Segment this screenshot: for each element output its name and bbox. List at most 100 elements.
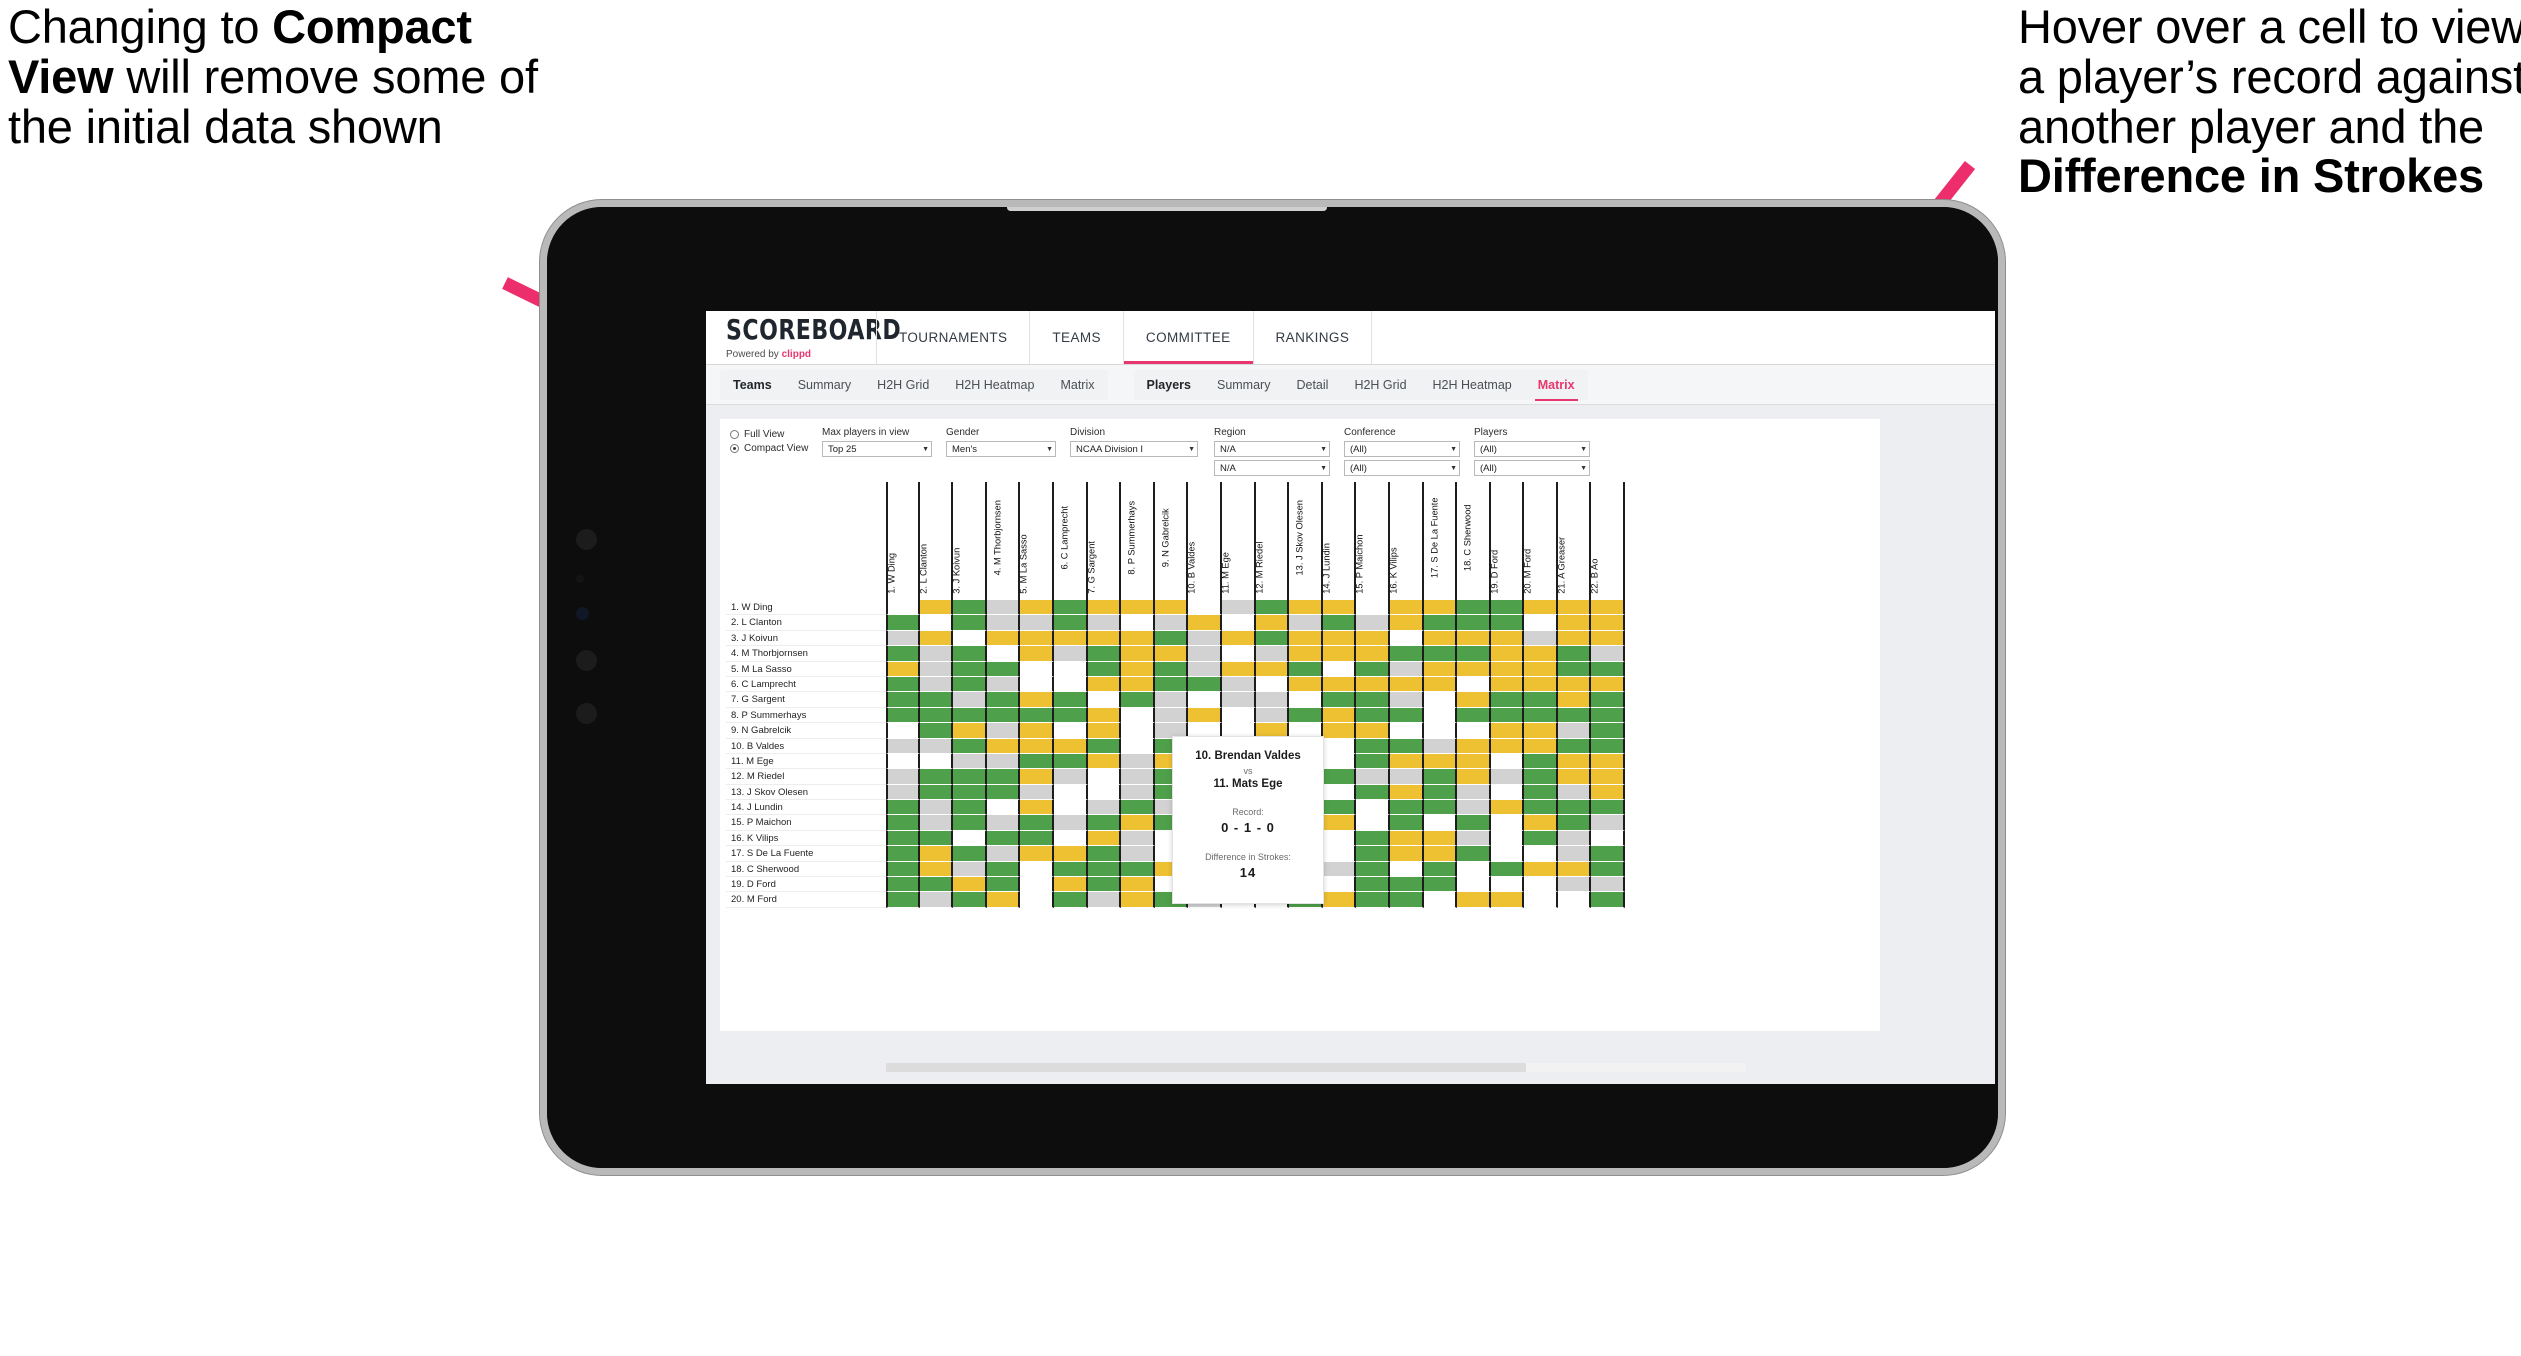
matrix-cell[interactable]: [1356, 646, 1390, 662]
matrix-cell[interactable]: [1457, 861, 1491, 878]
matrix-cell[interactable]: [1356, 753, 1390, 770]
matrix-cell[interactable]: [1121, 892, 1155, 908]
matrix-cell[interactable]: [1557, 630, 1592, 647]
nav-tournaments[interactable]: TOURNAMENTS: [876, 311, 1031, 364]
matrix-cell[interactable]: [1121, 800, 1155, 816]
matrix-cell[interactable]: [1423, 692, 1458, 708]
matrix-cell[interactable]: [1255, 600, 1290, 616]
matrix-cell[interactable]: [1423, 600, 1458, 616]
matrix-cell[interactable]: [1591, 692, 1626, 708]
matrix-cell[interactable]: [1020, 892, 1054, 908]
matrix-cell[interactable]: [1524, 815, 1558, 831]
matrix-cell[interactable]: [1389, 676, 1424, 693]
matrix-cell[interactable]: [1255, 630, 1290, 647]
matrix-cell[interactable]: [1121, 646, 1155, 662]
matrix-cell[interactable]: [919, 600, 954, 616]
matrix-cell[interactable]: [1289, 676, 1323, 693]
matrix-cell[interactable]: [1053, 846, 1088, 862]
matrix-cell[interactable]: [1322, 877, 1357, 893]
matrix-cell[interactable]: [1591, 723, 1626, 739]
matrix-cell[interactable]: [1457, 738, 1491, 754]
matrix-cell[interactable]: [1524, 877, 1558, 893]
matrix-cell[interactable]: [919, 661, 954, 677]
matrix-cell[interactable]: [1221, 676, 1256, 693]
horizontal-scrollbar[interactable]: [886, 1063, 1746, 1072]
matrix-cell[interactable]: [1121, 707, 1155, 724]
matrix-cell[interactable]: [1389, 892, 1424, 908]
matrix-cell[interactable]: [1557, 692, 1592, 708]
matrix-cell[interactable]: [1087, 830, 1122, 847]
matrix-cell[interactable]: [1322, 707, 1357, 724]
matrix-cell[interactable]: [1356, 769, 1390, 785]
matrix-cell[interactable]: [1020, 646, 1054, 662]
matrix-cell[interactable]: [1087, 676, 1122, 693]
matrix-cell[interactable]: [1356, 815, 1390, 831]
matrix-cell[interactable]: [1356, 600, 1390, 616]
matrix-cell[interactable]: [886, 692, 920, 708]
matrix-cell[interactable]: [1121, 630, 1155, 647]
matrix-cell[interactable]: [1121, 615, 1155, 631]
matrix-cell[interactable]: [1322, 600, 1357, 616]
matrix-cell[interactable]: [1087, 861, 1122, 878]
matrix-cell[interactable]: [1389, 846, 1424, 862]
matrix-cell[interactable]: [1053, 769, 1088, 785]
matrix-cell[interactable]: [1121, 830, 1155, 847]
matrix-cell[interactable]: [1457, 692, 1491, 708]
matrix-cell[interactable]: [1020, 738, 1054, 754]
matrix-cell[interactable]: [953, 861, 987, 878]
matrix-cell[interactable]: [919, 800, 954, 816]
matrix-cell[interactable]: [919, 615, 954, 631]
matrix-cell[interactable]: [919, 646, 954, 662]
matrix-cell[interactable]: [1423, 877, 1458, 893]
matrix-cell[interactable]: [1020, 830, 1054, 847]
matrix-cell[interactable]: [986, 753, 1021, 770]
matrix-cell[interactable]: [1221, 707, 1256, 724]
matrix-cell[interactable]: [1087, 723, 1122, 739]
matrix-cell[interactable]: [1322, 830, 1357, 847]
filter-region-select[interactable]: N/A ▼: [1214, 441, 1330, 457]
matrix-cell[interactable]: [1423, 615, 1458, 631]
matrix-cell[interactable]: [1457, 753, 1491, 770]
matrix-cell[interactable]: [1389, 800, 1424, 816]
matrix-cell[interactable]: [919, 769, 954, 785]
matrix-cell[interactable]: [1053, 707, 1088, 724]
matrix-cell[interactable]: [886, 707, 920, 724]
matrix-cell[interactable]: [919, 861, 954, 878]
matrix-cell[interactable]: [919, 723, 954, 739]
matrix-cell[interactable]: [1053, 600, 1088, 616]
matrix-cell[interactable]: [1423, 738, 1458, 754]
matrix-cell[interactable]: [886, 830, 920, 847]
matrix-cell[interactable]: [1524, 707, 1558, 724]
matrix-cell[interactable]: [1457, 800, 1491, 816]
matrix-cell[interactable]: [886, 815, 920, 831]
matrix-cell[interactable]: [919, 877, 954, 893]
matrix-cell[interactable]: [953, 892, 987, 908]
matrix-cell[interactable]: [1457, 707, 1491, 724]
matrix-cell[interactable]: [886, 892, 920, 908]
matrix-cell[interactable]: [1087, 615, 1122, 631]
matrix-cell[interactable]: [1457, 723, 1491, 739]
matrix-cell[interactable]: [1121, 600, 1155, 616]
matrix-cell[interactable]: [1322, 753, 1357, 770]
matrix-cell[interactable]: [1591, 630, 1626, 647]
matrix-cell[interactable]: [1591, 861, 1626, 878]
matrix-cell[interactable]: [919, 707, 954, 724]
matrix-cell[interactable]: [1154, 600, 1189, 616]
matrix-cell[interactable]: [1087, 846, 1122, 862]
matrix-cell[interactable]: [1490, 692, 1525, 708]
matrix-cell[interactable]: [1154, 646, 1189, 662]
matrix-cell[interactable]: [1490, 830, 1525, 847]
matrix-cell[interactable]: [1389, 723, 1424, 739]
matrix-cell[interactable]: [1289, 661, 1323, 677]
matrix-cell[interactable]: [1020, 769, 1054, 785]
matrix-cell[interactable]: [1255, 646, 1290, 662]
subnav-teams-h2h-heatmap[interactable]: H2H Heatmap: [942, 370, 1047, 400]
matrix-cell[interactable]: [1121, 846, 1155, 862]
matrix-cell[interactable]: [886, 723, 920, 739]
matrix-cell[interactable]: [1356, 784, 1390, 801]
matrix-cell[interactable]: [1221, 600, 1256, 616]
matrix-cell[interactable]: [1591, 661, 1626, 677]
matrix-cell[interactable]: [886, 784, 920, 801]
subnav-players-summary[interactable]: Summary: [1204, 370, 1283, 400]
matrix-cell[interactable]: [1188, 646, 1222, 662]
